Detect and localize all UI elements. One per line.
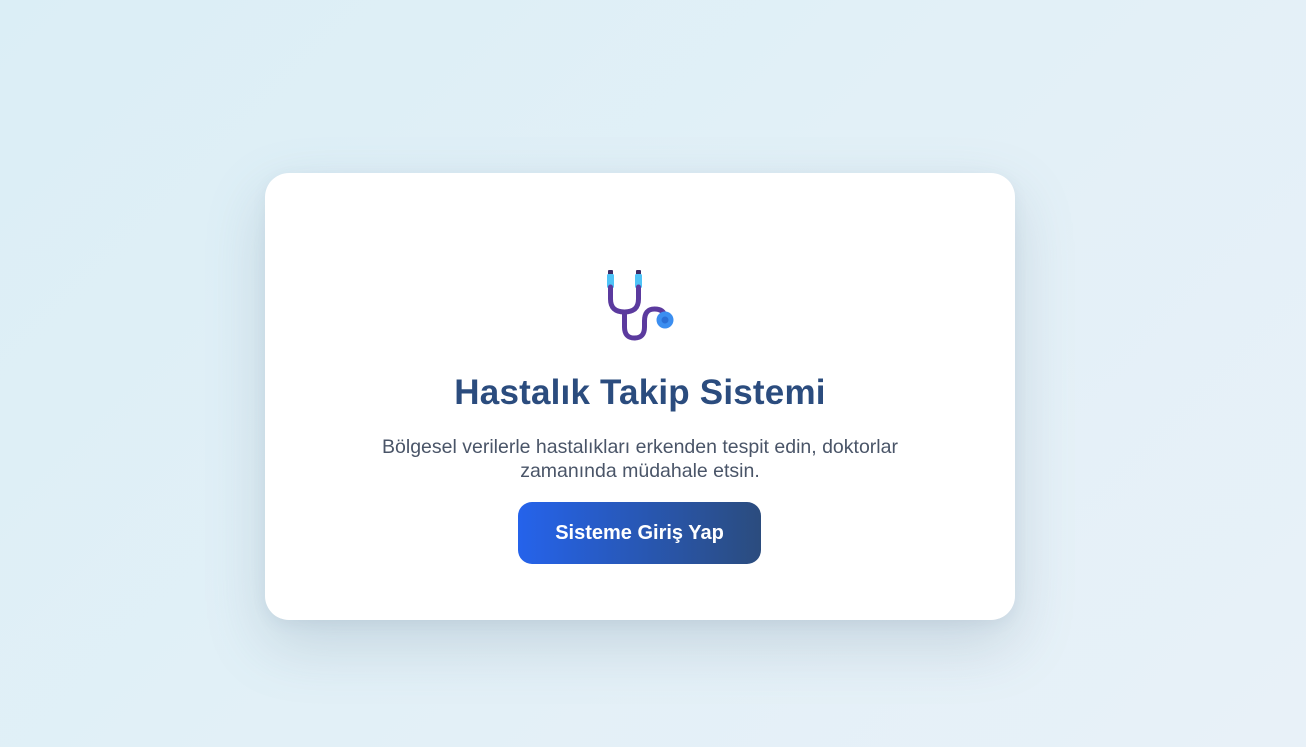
stethoscope-icon [265, 265, 1015, 345]
welcome-card: Hastalık Takip Sistemi Bölgesel verilerl… [265, 173, 1015, 620]
login-button[interactable]: Sisteme Giriş Yap [518, 502, 761, 564]
page-subtitle: Bölgesel verilerle hastalıkları erkenden… [382, 436, 898, 482]
page-title: Hastalık Takip Sistemi [454, 373, 826, 412]
